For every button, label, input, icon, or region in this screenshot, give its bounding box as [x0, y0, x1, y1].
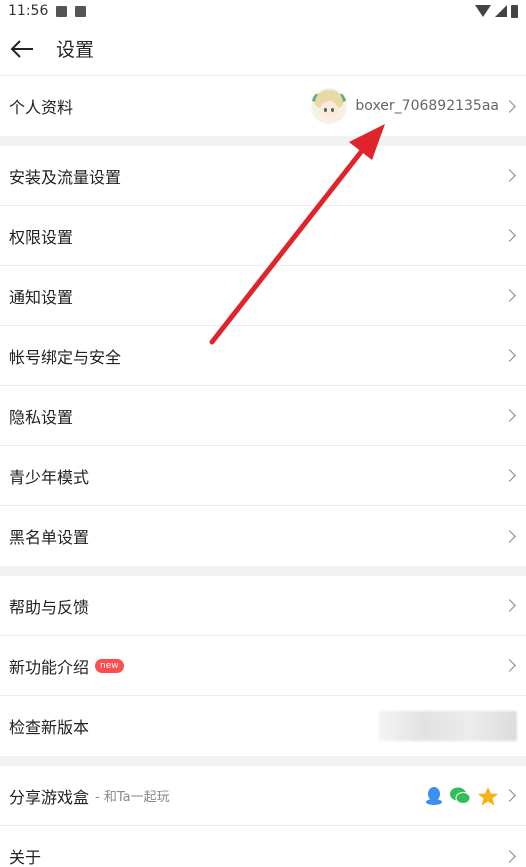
row-label: 分享游戏盒: [9, 787, 90, 807]
profile-row[interactable]: 个人资料 boxer_706892135aa: [0, 76, 526, 136]
signal-icon: [495, 5, 507, 17]
row-label: 权限设置: [9, 227, 74, 247]
chevron-right-icon: [503, 659, 516, 672]
chevron-right-icon: [503, 99, 516, 113]
status-time: 11:56: [8, 3, 49, 19]
install-traffic-settings-row[interactable]: 安装及流量设置: [0, 146, 526, 206]
username: boxer_706892135aa: [355, 98, 499, 114]
wifi-icon: [475, 5, 491, 17]
title-bar: 设置: [0, 22, 526, 76]
profile-group: 个人资料 boxer_706892135aa: [0, 76, 526, 136]
notification-settings-row[interactable]: 通知设置: [0, 266, 526, 326]
qzone-star-icon[interactable]: [477, 786, 499, 806]
new-features-row[interactable]: 新功能介绍 new: [0, 636, 526, 696]
chevron-right-icon: [503, 849, 516, 863]
chevron-right-icon: [503, 599, 516, 612]
row-label: 检查新版本: [9, 718, 90, 737]
chevron-right-icon: [503, 169, 516, 182]
about-row[interactable]: 关于: [0, 826, 526, 867]
gallery-notification-icon: [56, 5, 68, 17]
chevron-right-icon: [503, 529, 516, 543]
row-label: 关于: [9, 848, 42, 867]
row-label: 隐私设置: [9, 407, 74, 427]
chevron-right-icon: [503, 229, 516, 242]
help-feedback-row[interactable]: 帮助与反馈: [0, 576, 526, 636]
status-bar: 11:56: [0, 0, 526, 22]
privacy-settings-row[interactable]: 隐私设置: [0, 386, 526, 446]
chevron-right-icon: [503, 789, 516, 802]
profile-label: 个人资料: [9, 98, 74, 117]
row-label: 帐号绑定与安全: [9, 347, 122, 367]
chevron-right-icon: [503, 349, 516, 362]
permission-settings-row[interactable]: 权限设置: [0, 206, 526, 266]
back-arrow-icon[interactable]: [10, 36, 36, 62]
new-badge: new: [95, 658, 124, 673]
row-label: 通知设置: [9, 287, 74, 307]
chevron-right-icon: [503, 289, 516, 302]
account-binding-security-row[interactable]: 帐号绑定与安全: [0, 326, 526, 386]
version-info-blurred: [379, 711, 517, 741]
chevron-right-icon: [503, 409, 516, 422]
help-group: 帮助与反馈 新功能介绍 new 检查新版本: [0, 576, 526, 756]
wechat-icon[interactable]: [449, 786, 471, 806]
settings-group: 安装及流量设置 权限设置 通知设置 帐号绑定与安全 隐私设置 青少年模式 黑名单…: [0, 146, 526, 566]
app-notification-icon: [75, 5, 87, 17]
share-group: 分享游戏盒 - 和Ta一起玩 关于: [0, 766, 526, 867]
blacklist-settings-row[interactable]: 黑名单设置: [0, 506, 526, 566]
check-version-row[interactable]: 检查新版本: [0, 696, 526, 756]
avatar: [311, 88, 348, 124]
row-label: 新功能介绍: [9, 657, 90, 677]
battery-icon: [511, 4, 518, 18]
share-row[interactable]: 分享游戏盒 - 和Ta一起玩: [0, 766, 526, 826]
qq-icon[interactable]: [425, 786, 443, 806]
share-subtitle: - 和Ta一起玩: [95, 790, 170, 805]
chevron-right-icon: [503, 469, 516, 482]
row-label: 安装及流量设置: [9, 167, 122, 187]
row-label: 青少年模式: [9, 467, 90, 487]
row-label: 黑名单设置: [9, 528, 90, 547]
youth-mode-row[interactable]: 青少年模式: [0, 446, 526, 506]
page-title: 设置: [56, 39, 95, 61]
row-label: 帮助与反馈: [9, 597, 90, 617]
